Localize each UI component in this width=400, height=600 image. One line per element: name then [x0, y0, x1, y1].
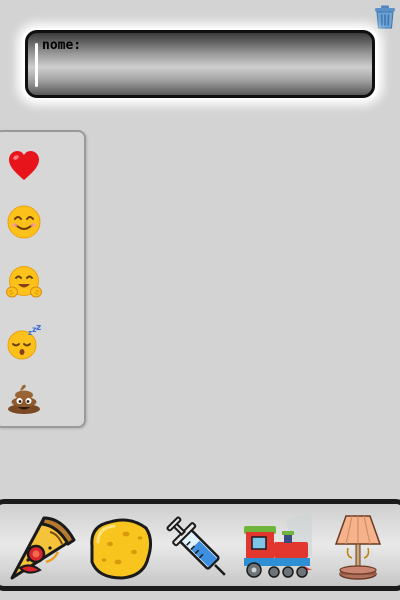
item-tray-inner	[0, 504, 400, 586]
smiling-face-emoji-icon[interactable]	[6, 204, 42, 240]
poop-emoji-icon[interactable]	[6, 380, 42, 416]
lamp-icon[interactable]	[326, 512, 398, 584]
svg-text:z: z	[36, 325, 41, 333]
train-icon[interactable]	[242, 512, 314, 584]
sponge-icon[interactable]	[84, 512, 156, 584]
name-field[interactable]: nome:	[25, 30, 375, 98]
pizza-icon[interactable]	[6, 512, 78, 584]
text-caret	[35, 43, 38, 87]
hugging-face-emoji-icon[interactable]	[6, 265, 42, 301]
name-input[interactable]	[42, 57, 362, 87]
game-screen: nome: z z z	[0, 0, 400, 600]
item-tray	[0, 499, 400, 591]
name-label: nome:	[42, 38, 82, 53]
syringe-icon[interactable]	[162, 512, 234, 584]
trash-icon[interactable]	[374, 5, 396, 29]
emoji-panel: z z z	[0, 130, 86, 428]
sleeping-face-emoji-icon[interactable]: z z z	[6, 323, 42, 361]
heart-emoji-icon[interactable]	[6, 148, 42, 184]
